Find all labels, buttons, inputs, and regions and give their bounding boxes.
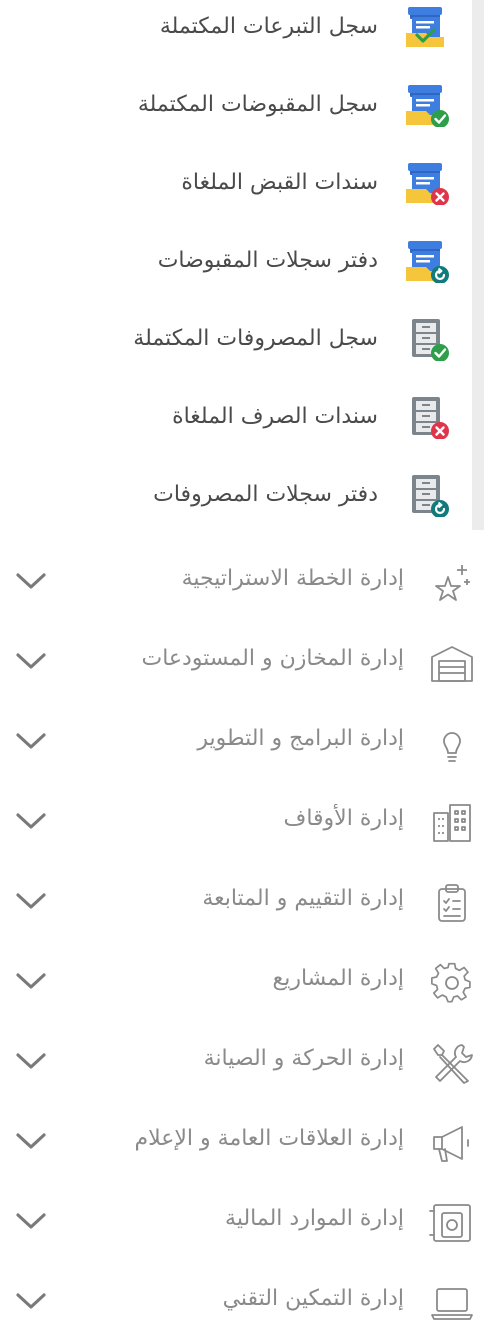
menu-item-label: إدارة التمكين التقني bbox=[222, 1286, 404, 1311]
menu-item-label: إدارة الحركة و الصيانة bbox=[203, 1046, 404, 1071]
menu-item-projects[interactable]: إدارة المشاريع bbox=[0, 957, 484, 1009]
menu-item-label: إدارة التقييم و المتابعة bbox=[202, 886, 404, 911]
safe-icon bbox=[429, 1204, 471, 1242]
menu-item-endowments[interactable]: إدارة الأوقاف bbox=[0, 797, 484, 849]
submenu-item-receipts-ledger[interactable]: دفتر سجلات المقبوضات bbox=[0, 237, 450, 283]
menu-item-label: إدارة الأوقاف bbox=[283, 806, 404, 831]
megaphone-icon bbox=[433, 1126, 469, 1162]
chevron-down-icon[interactable] bbox=[14, 1049, 48, 1073]
submenu-item-expenses-ledger[interactable]: دفتر سجلات المصروفات bbox=[0, 471, 450, 517]
chevron-down-icon[interactable] bbox=[14, 889, 48, 913]
menu-item-public-relations-media[interactable]: إدارة العلاقات العامة و الإعلام bbox=[0, 1117, 484, 1169]
chevron-down-icon[interactable] bbox=[14, 649, 48, 673]
receipts-cancelled-icon bbox=[406, 163, 450, 205]
menu-item-evaluation-followup[interactable]: إدارة التقييم و المتابعة bbox=[0, 877, 484, 929]
chevron-down-icon[interactable] bbox=[14, 729, 48, 753]
menu-item-label: إدارة الخطة الاستراتيجية bbox=[181, 566, 404, 591]
submenu-item-expenses-completed[interactable]: سجل المصروفات المكتملة bbox=[0, 315, 450, 361]
menu-item-label: إدارة العلاقات العامة و الإعلام bbox=[134, 1126, 405, 1151]
chevron-down-icon[interactable] bbox=[14, 1289, 48, 1313]
laptop-icon bbox=[431, 1288, 473, 1320]
menu-item-label: إدارة المخازن و المستودعات bbox=[141, 646, 405, 671]
submenu-item-expenses-cancelled[interactable]: سندات الصرف الملغاة bbox=[0, 393, 450, 439]
gear-icon bbox=[430, 962, 471, 1003]
menu-item-programs-development[interactable]: إدارة البرامج و التطوير bbox=[0, 717, 484, 769]
donations-completed-icon bbox=[406, 7, 444, 47]
tools-icon bbox=[433, 1044, 473, 1084]
scrollbar[interactable] bbox=[472, 0, 484, 530]
submenu-item-label: سندات الصرف الملغاة bbox=[172, 403, 378, 429]
receipts-completed-icon bbox=[406, 85, 450, 127]
sparkle-star-icon bbox=[435, 565, 470, 601]
submenu-item-label: سندات القبض الملغاة bbox=[181, 169, 378, 195]
warehouse-icon bbox=[431, 646, 473, 682]
chevron-down-icon[interactable] bbox=[14, 969, 48, 993]
menu-item-tech-enablement[interactable]: إدارة التمكين التقني bbox=[0, 1277, 484, 1329]
chevron-down-icon[interactable] bbox=[14, 569, 48, 593]
submenu-item-label: دفتر سجلات المقبوضات bbox=[157, 247, 378, 273]
expenses-cancelled-icon bbox=[412, 397, 450, 439]
menu-item-strategic-plan[interactable]: إدارة الخطة الاستراتيجية bbox=[0, 557, 484, 609]
chevron-down-icon[interactable] bbox=[14, 1209, 48, 1233]
submenu-item-receipts-cancelled[interactable]: سندات القبض الملغاة bbox=[0, 159, 450, 205]
submenu-item-receipts-completed[interactable]: سجل المقبوضات المكتملة bbox=[0, 81, 450, 127]
submenu-item-label: دفتر سجلات المصروفات bbox=[153, 481, 378, 507]
chevron-down-icon[interactable] bbox=[14, 809, 48, 833]
menu-item-label: إدارة المشاريع bbox=[272, 966, 404, 991]
expenses-ledger-icon bbox=[412, 475, 450, 517]
submenu-item-label: سجل التبرعات المكتملة bbox=[159, 13, 378, 39]
menu-item-financial-resources[interactable]: إدارة الموارد المالية bbox=[0, 1197, 484, 1249]
buildings-icon bbox=[433, 804, 471, 842]
receipts-ledger-icon bbox=[406, 241, 450, 283]
submenu-item-label: سجل المقبوضات المكتملة bbox=[137, 91, 378, 117]
chevron-down-icon[interactable] bbox=[14, 1129, 48, 1153]
submenu-item-donations-completed[interactable]: سجل التبرعات المكتملة bbox=[0, 3, 450, 49]
expenses-completed-icon bbox=[412, 319, 450, 361]
submenu-item-label: سجل المصروفات المكتملة bbox=[133, 325, 378, 351]
clipboard-checklist-icon bbox=[438, 884, 466, 922]
menu-item-transport-maintenance[interactable]: إدارة الحركة و الصيانة bbox=[0, 1037, 484, 1089]
lightbulb-icon bbox=[443, 732, 461, 762]
menu-item-label: إدارة البرامج و التطوير bbox=[197, 726, 404, 751]
menu-item-warehouses[interactable]: إدارة المخازن و المستودعات bbox=[0, 637, 484, 689]
menu-item-label: إدارة الموارد المالية bbox=[225, 1206, 404, 1231]
